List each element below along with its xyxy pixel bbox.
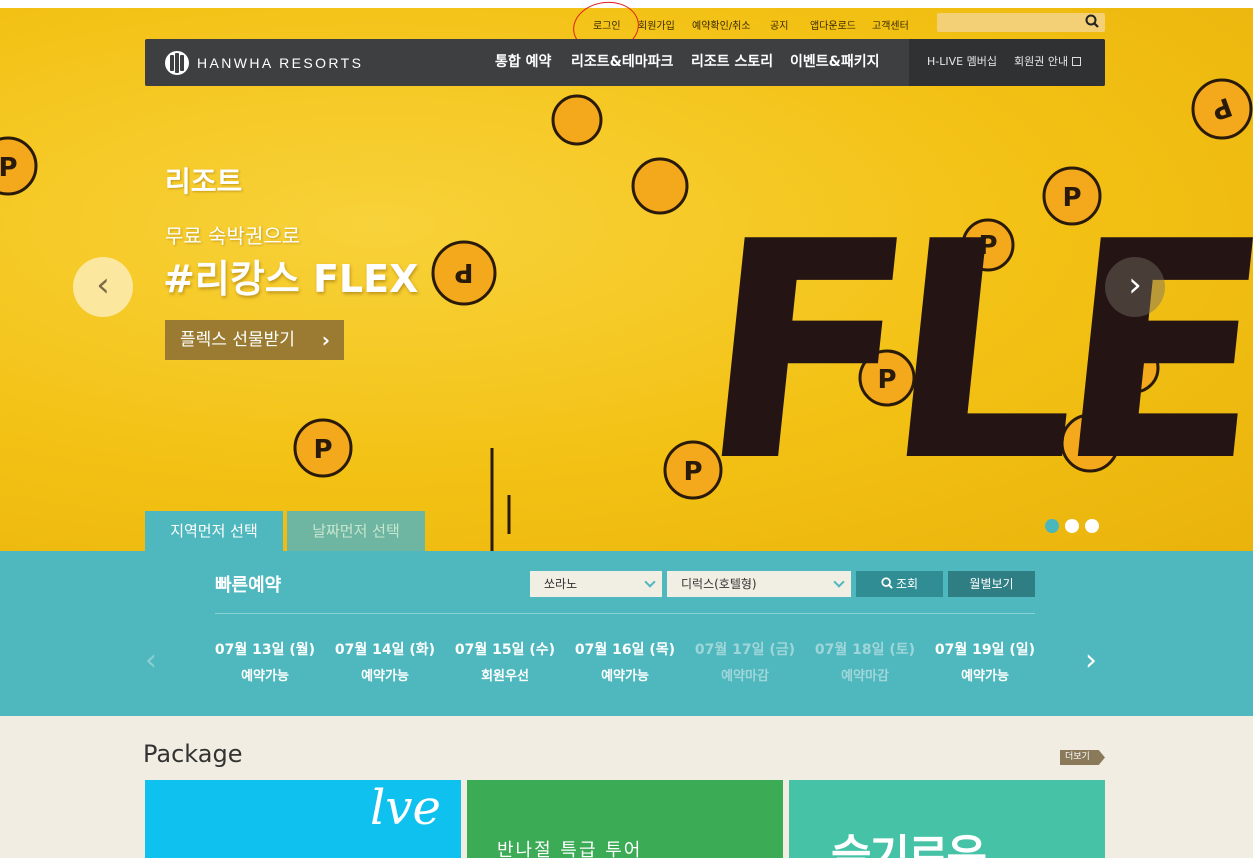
package-card-3-title: 슬기로운 xyxy=(831,831,987,858)
flex-gift-button[interactable]: 플렉스 선물받기 › xyxy=(165,320,344,360)
slide-dot-3[interactable] xyxy=(1085,519,1099,533)
brand-logo[interactable]: HANWHA RESORTS xyxy=(165,51,363,75)
brand-name: HANWHA RESORTS xyxy=(197,55,364,71)
divider xyxy=(215,613,1035,614)
slide-dot-2[interactable] xyxy=(1065,519,1079,533)
quick-reservation: 빠른예약 쏘라노 디럭스(호텔형) 조회 월별보기 ‹ 07월 13일 (월) 예… xyxy=(0,551,1253,716)
package-card-2-title: 반나절 특급 투어 xyxy=(497,840,643,858)
gnb-sub-area: H-LIVE 멤버십 회원권 안내 xyxy=(909,39,1105,86)
day-item[interactable]: 07월 14일 (화) 예약가능 xyxy=(330,639,440,684)
more-button[interactable]: 더보기 xyxy=(1060,750,1105,765)
day-date: 07월 13일 (월) xyxy=(214,642,316,658)
monthly-view-button[interactable]: 월별보기 xyxy=(948,571,1035,597)
slide-indicator xyxy=(1045,519,1099,533)
day-status: 회원우선 xyxy=(481,669,529,684)
flex-gift-button-label: 플렉스 선물받기 xyxy=(180,330,295,350)
day-status: 예약마감 xyxy=(721,669,769,684)
search-box xyxy=(937,13,1105,35)
page: P P P P P P P P P P FLE 리조트 무료 숙박권으로 #리캉… xyxy=(0,0,1253,858)
day-date: 07월 14일 (화) xyxy=(334,642,436,658)
resort-select-value: 쏘라노 xyxy=(544,577,578,591)
package-card-1-script: lve xyxy=(370,780,441,836)
day-date: 07월 19일 (일) xyxy=(934,642,1036,658)
external-link-icon xyxy=(1072,57,1082,66)
customer-center-link[interactable]: 고객센터 xyxy=(872,17,909,32)
days-next-button[interactable]: › xyxy=(1085,643,1097,678)
package-card-1[interactable]: lve xyxy=(145,780,461,858)
day-status: 예약가능 xyxy=(241,669,289,684)
quick-search-label: 조회 xyxy=(895,577,919,591)
tab-region-first[interactable]: 지역먼저 선택 xyxy=(145,511,283,551)
global-nav: HANWHA RESORTS 통합 예약 리조트&테마파크 리조트 스토리 이벤… xyxy=(145,39,1105,86)
signup-link[interactable]: 회원가입 xyxy=(638,17,675,32)
day-item[interactable]: 07월 13일 (월) 예약가능 xyxy=(210,639,320,684)
package-section: Package 더보기 lve 반나절 특급 투어 슬기로운 xyxy=(0,716,1253,858)
day-item[interactable]: 07월 19일 (일) 예약가능 xyxy=(930,639,1040,684)
package-card-2[interactable]: 반나절 특급 투어 xyxy=(467,780,783,858)
resort-select[interactable]: 쏘라노 xyxy=(530,571,662,597)
chevron-down-icon xyxy=(644,576,656,588)
day-item[interactable]: 07월 17일 (금) 예약마감 xyxy=(690,639,800,684)
day-status: 예약마감 xyxy=(841,669,889,684)
package-title: Package xyxy=(143,740,243,768)
day-item[interactable]: 07월 18일 (토) 예약마감 xyxy=(810,639,920,684)
tab-date-first[interactable]: 날짜먼저 선택 xyxy=(287,511,425,551)
day-status: 예약가능 xyxy=(361,669,409,684)
day-date: 07월 15일 (수) xyxy=(454,642,556,658)
gnb-item-integrated-reservation[interactable]: 통합 예약 xyxy=(495,39,551,86)
room-select-value: 디럭스(호텔형) xyxy=(681,577,757,591)
svg-text:P: P xyxy=(454,257,473,287)
reservation-check-link[interactable]: 예약확인/취소 xyxy=(692,17,751,32)
package-card-3[interactable]: 슬기로운 xyxy=(789,780,1105,858)
hero-subtitle: 무료 숙박권으로 xyxy=(165,224,301,248)
day-item[interactable]: 07월 15일 (수) 회원우선 xyxy=(450,639,560,684)
logo-mark-icon xyxy=(165,51,189,75)
hero-prev-button[interactable]: ‹ xyxy=(73,257,133,317)
slide-dot-1[interactable] xyxy=(1045,519,1059,533)
room-select[interactable]: 디럭스(호텔형) xyxy=(667,571,851,597)
quick-search-button[interactable]: 조회 xyxy=(856,571,943,597)
day-status: 예약가능 xyxy=(601,669,649,684)
hero-next-button[interactable]: › xyxy=(1105,257,1165,317)
hero-banner: P P P P P P P P P P FLE 리조트 무료 숙박권으로 #리캉… xyxy=(0,8,1253,551)
membership-info-label: 회원권 안내 xyxy=(1014,55,1069,68)
gnb-item-event-package[interactable]: 이벤트&패키지 xyxy=(790,39,880,86)
membership-info-link[interactable]: 회원권 안내 xyxy=(1014,39,1082,86)
hero-category: 리조트 xyxy=(165,165,243,198)
search-icon xyxy=(881,577,893,589)
hlive-membership-link[interactable]: H-LIVE 멤버십 xyxy=(927,39,997,86)
gnb-item-resort-story[interactable]: 리조트 스토리 xyxy=(691,39,773,86)
chevron-right-icon: › xyxy=(321,328,330,352)
svg-text:P: P xyxy=(313,435,332,465)
app-download-link[interactable]: 앱다운로드 xyxy=(810,17,856,32)
day-status: 예약가능 xyxy=(961,669,1009,684)
day-date: 07월 18일 (토) xyxy=(814,642,916,658)
search-input[interactable] xyxy=(937,15,1077,35)
gnb-item-resort-themepark[interactable]: 리조트&테마파크 xyxy=(571,39,673,86)
notice-link[interactable]: 공지 xyxy=(770,17,788,32)
hero-title: #리캉스 FLEX xyxy=(163,257,419,301)
day-date: 07월 16일 (목) xyxy=(574,642,676,658)
search-button[interactable] xyxy=(1083,14,1101,31)
day-item[interactable]: 07월 16일 (목) 예약가능 xyxy=(570,639,680,684)
quick-reservation-title: 빠른예약 xyxy=(215,575,282,596)
flex-artwork: FLE xyxy=(686,178,1253,527)
search-icon xyxy=(1085,14,1099,28)
day-date: 07월 17일 (금) xyxy=(694,642,796,658)
svg-text:P: P xyxy=(0,153,18,183)
days-prev-button[interactable]: ‹ xyxy=(145,643,157,678)
chevron-down-icon xyxy=(833,576,845,588)
